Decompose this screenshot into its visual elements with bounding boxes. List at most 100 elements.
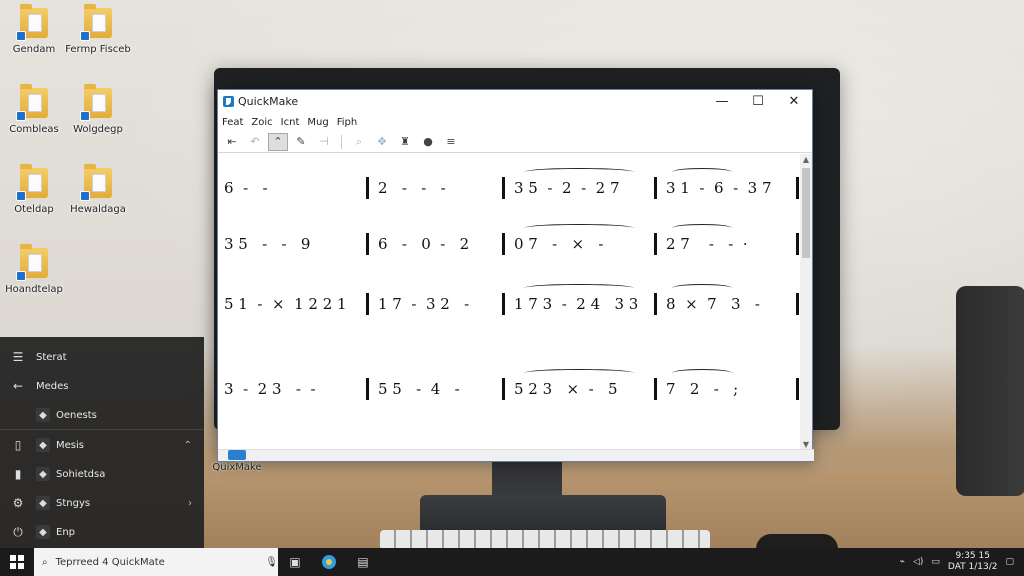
score-measure[interactable]: 6 - -: [224, 179, 268, 197]
score-measure[interactable]: 5 1 - × 1 2 2 1: [224, 295, 347, 313]
menu-item[interactable]: Icnt: [281, 117, 300, 128]
desktop-icon[interactable]: Wolgdegp: [62, 84, 134, 136]
scrollbar-thumb[interactable]: [802, 168, 810, 258]
desktop-icon[interactable]: Combleas: [0, 84, 70, 136]
barline: [796, 233, 799, 255]
menu-item[interactable]: Feat: [222, 117, 243, 128]
tie-slur: [672, 284, 732, 292]
record-icon[interactable]: ●: [418, 133, 438, 151]
score-measure[interactable]: 2 - - -: [378, 179, 446, 197]
app-tile-icon: ◆: [36, 467, 50, 481]
start-menu-item[interactable]: ◆ Oenests: [0, 403, 204, 427]
taskbar-search[interactable]: ⌕ Teprreed 4 QuickMate 🎙: [34, 548, 278, 576]
close-button[interactable]: ✕: [776, 90, 812, 113]
score-measure[interactable]: 3 - 2 3 - -: [224, 380, 316, 398]
tie-slur: [524, 168, 634, 176]
battery-icon[interactable]: ▭: [931, 557, 940, 567]
horizontal-scrollbar[interactable]: [218, 449, 814, 461]
score-row: 3 5 - - 9 6 - 0 - 2 0 7 - × - 2 7 - - ·: [224, 224, 801, 258]
search-icon: ⌕: [42, 556, 48, 568]
score-measure[interactable]: 8 × 7 3 -: [666, 295, 760, 313]
chevron-icon[interactable]: ⌃: [184, 440, 192, 451]
menu-bar: Feat Zoic Icnt Mug Fiph: [218, 113, 812, 131]
insert-icon[interactable]: ⊣: [314, 133, 334, 151]
desktop-icon[interactable]: Gendam: [0, 4, 70, 56]
arrow-left-icon[interactable]: ⇤: [222, 133, 242, 151]
draw-icon[interactable]: ✎: [291, 133, 311, 151]
barline: [366, 233, 369, 255]
file-explorer-icon[interactable]: ▣: [278, 548, 312, 576]
move-icon[interactable]: ✥: [372, 133, 392, 151]
barline: [796, 293, 799, 315]
zoom-icon[interactable]: ⌕: [349, 133, 369, 151]
start-button[interactable]: [0, 548, 34, 576]
desktop-icon[interactable]: Hoandtelap: [0, 244, 70, 296]
notifications-icon[interactable]: ▢: [1005, 557, 1014, 567]
score-measure[interactable]: 3 1 - 6 - 3 7: [666, 179, 772, 197]
menu-item[interactable]: Fiph: [337, 117, 358, 128]
barline: [654, 378, 657, 400]
power-icon: ⏻: [13, 524, 23, 539]
undo-icon[interactable]: ↶: [245, 133, 265, 151]
folder-icon: [80, 84, 112, 121]
quickmake-icon[interactable]: ▤: [346, 548, 380, 576]
network-icon[interactable]: ⌁: [900, 557, 905, 567]
app-window[interactable]: QuickMake — ☐ ✕ Feat Zoic Icnt Mug Fiph ⇤ ↶ ⌃ ✎…: [217, 89, 814, 462]
score-row: 3 - 2 3 - - 5 5 - 4 - 5 2 3 × - 5 7 2 - ;: [224, 369, 801, 403]
barline: [796, 378, 799, 400]
start-menu-item-label: Stngys: [56, 497, 91, 509]
taskbar-app-label-text: QuixMake: [212, 462, 262, 473]
music-icon: ▯: [14, 438, 22, 452]
desktop-icon-label: Combleas: [9, 124, 59, 135]
speaker: [956, 286, 1024, 496]
microphone-icon[interactable]: 🎙: [265, 557, 278, 568]
desktop-icon-label: Wolgdegp: [73, 124, 123, 135]
maximize-button[interactable]: ☐: [740, 90, 776, 113]
toolbar-separator: [341, 134, 342, 149]
menu-item[interactable]: Mug: [307, 117, 328, 128]
score-measure[interactable]: 5 2 3 × - 5: [514, 380, 618, 398]
score-measure[interactable]: 0 7 - × -: [514, 235, 603, 253]
start-menu-item[interactable]: ▯ ◆ Mesis ⌃: [0, 433, 204, 457]
score-measure[interactable]: 2 7 - - ·: [666, 235, 748, 253]
settings-icon: ⚙: [12, 496, 24, 510]
score-canvas[interactable]: 6 - - 2 - - - 3 5 - 2 - 2 7 3 1 - 6 - 3 7 3 …: [218, 154, 801, 451]
edge-icon[interactable]: [312, 548, 346, 576]
start-menu-item[interactable]: ← Medes: [0, 374, 204, 398]
start-menu-item[interactable]: ☰ Sterat: [0, 345, 204, 369]
score-measure[interactable]: 1 7 - 3 2 -: [378, 295, 469, 313]
app-tile-icon: ◆: [36, 408, 50, 422]
start-menu-item[interactable]: ▮ ◆ Sohietdsa: [0, 462, 204, 486]
score-measure[interactable]: 6 - 0 - 2: [378, 235, 469, 253]
start-menu: ☰ Sterat ← Medes ◆ Oenests ▯ ◆ Mesis ⌃ ▮ ◆ Sohietdsa…: [0, 337, 204, 548]
start-menu-item[interactable]: ⏻ ◆ Enp: [0, 520, 204, 544]
back-icon: ←: [12, 379, 24, 393]
minimize-button[interactable]: —: [704, 90, 740, 113]
volume-icon[interactable]: ◁): [913, 557, 923, 567]
score-measure[interactable]: 3 5 - 2 - 2 7: [514, 179, 620, 197]
score-measure[interactable]: 5 5 - 4 -: [378, 380, 460, 398]
taskbar-app-label[interactable]: QuixMake: [205, 450, 269, 473]
folder-icon: [16, 244, 48, 281]
folder-icon: [80, 4, 112, 41]
menu-item[interactable]: Zoic: [251, 117, 272, 128]
desktop-icon[interactable]: Fermp Fisceb: [62, 4, 134, 56]
desktop-icon[interactable]: Oteldap: [0, 164, 70, 216]
chevron-icon[interactable]: ›: [188, 498, 192, 509]
clock[interactable]: 9:35 15 DAT 1/13/2: [948, 551, 998, 573]
tie-slur: [672, 369, 732, 377]
stamp-icon[interactable]: ♜: [395, 133, 415, 151]
list-icon[interactable]: ≡: [441, 133, 461, 151]
scroll-up-icon[interactable]: ▲: [800, 154, 812, 166]
vertical-scrollbar[interactable]: ▲ ▼: [800, 154, 812, 451]
score-measure[interactable]: 1 7 3 - 2 4 3 3: [514, 295, 638, 313]
score-measure[interactable]: 7 2 - ;: [666, 380, 738, 398]
select-icon[interactable]: ⌃: [268, 132, 288, 151]
desktop-icon[interactable]: Hewaldaga: [62, 164, 134, 216]
clock-time: 9:35 15: [955, 551, 990, 561]
barline: [654, 293, 657, 315]
start-menu-item[interactable]: ⚙ ◆ Stngys ›: [0, 491, 204, 515]
title-bar[interactable]: QuickMake — ☐ ✕: [218, 90, 812, 113]
score-measure[interactable]: 3 5 - - 9: [224, 235, 310, 253]
barline: [502, 293, 505, 315]
